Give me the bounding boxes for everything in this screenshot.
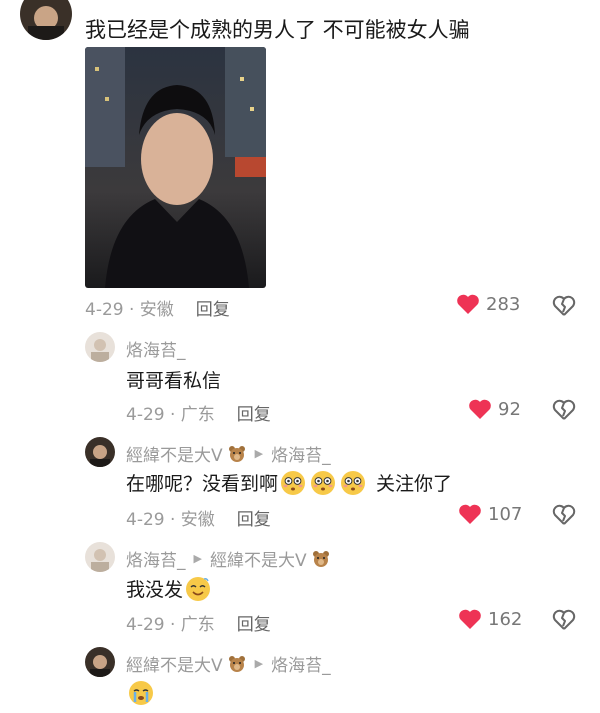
username[interactable]: 經緯不是大V (126, 651, 223, 676)
reply-to-arrow-icon: ▶ (254, 447, 264, 460)
reply-button[interactable]: 回复 (237, 405, 271, 425)
reply-text: 哥哥看私信 (126, 366, 221, 393)
reply-to-username[interactable]: 烙海苔_ (271, 651, 331, 676)
reply-text: 我没发 (126, 575, 213, 602)
flushed-face-icon (310, 470, 336, 496)
dislike-button[interactable] (552, 294, 576, 318)
reply-button[interactable]: 回复 (237, 510, 271, 530)
broken-heart-icon (552, 504, 576, 525)
reply-meta: 4-29 · 广东 回复 (126, 400, 271, 425)
broken-heart-icon (552, 399, 576, 420)
like-button[interactable]: 92 (468, 398, 521, 420)
username[interactable]: 經緯不是大V (126, 441, 223, 466)
heart-icon (459, 609, 481, 629)
reply-username-row: 經緯不是大V ▶ 烙海苔_ (126, 441, 331, 466)
reply-username-row: 烙海苔_ ▶ 經緯不是大V (126, 546, 331, 571)
reply-avatar[interactable] (85, 437, 115, 467)
dislike-button[interactable] (552, 398, 576, 422)
reply-to-username[interactable]: 經緯不是大V (210, 546, 307, 571)
username[interactable]: 烙海苔_ (126, 336, 186, 361)
reply-content-tail: 关注你了 (376, 473, 453, 495)
main-commenter-avatar[interactable] (20, 0, 72, 40)
reply-to-username[interactable]: 烙海苔_ (271, 441, 331, 466)
reply-meta: 4-29 · 安徽 回复 (126, 505, 271, 530)
reply-username-row: 烙海苔_ (126, 336, 186, 361)
like-count: 107 (488, 503, 523, 525)
date-location: 4-29 · 安徽 (126, 510, 215, 530)
main-comment-meta: 4-29 · 安徽 回复 (85, 295, 230, 320)
broken-heart-icon (552, 295, 576, 316)
crying-face-icon (128, 680, 154, 706)
smiling-face-icon (185, 576, 211, 602)
teddy-bear-icon (227, 444, 247, 464)
reply-to-arrow-icon: ▶ (193, 552, 202, 565)
reply-content: 哥哥看私信 (126, 370, 222, 392)
reply-meta: 4-29 · 广东 回复 (126, 610, 271, 635)
reply-content: 我没发 (126, 579, 184, 601)
date-location: 4-29 · 安徽 (85, 300, 174, 320)
reply-button[interactable]: 回复 (237, 615, 271, 635)
like-count: 283 (486, 293, 521, 315)
main-comment-text: 我已经是个成熟的男人了 不可能被女人骗 (85, 18, 470, 42)
flushed-face-icon (280, 470, 306, 496)
like-count: 162 (488, 608, 523, 630)
broken-heart-icon (552, 609, 576, 630)
reply-avatar[interactable] (85, 332, 115, 362)
heart-icon (457, 294, 479, 314)
dislike-button[interactable] (552, 608, 576, 632)
date-location: 4-29 · 广东 (126, 615, 215, 635)
heart-icon (459, 504, 481, 524)
teddy-bear-icon (311, 549, 331, 569)
comment-photo[interactable] (85, 47, 266, 288)
like-button[interactable]: 283 (456, 293, 520, 315)
teddy-bear-icon (227, 654, 247, 674)
reply-avatar[interactable] (85, 542, 115, 572)
like-button[interactable]: 162 (458, 608, 522, 630)
date-location: 4-29 · 广东 (126, 405, 215, 425)
flushed-face-icon (340, 470, 366, 496)
reply-content: 在哪呢？没看到啊 (126, 473, 279, 495)
dislike-button[interactable] (552, 503, 576, 527)
like-count: 92 (498, 398, 521, 420)
like-button[interactable]: 107 (458, 503, 522, 525)
username[interactable]: 烙海苔_ (126, 546, 186, 571)
reply-text: 在哪呢？没看到啊 关注你了 (126, 469, 452, 496)
reply-text (126, 680, 156, 706)
heart-icon (469, 399, 491, 419)
reply-to-arrow-icon: ▶ (254, 657, 264, 670)
reply-avatar[interactable] (85, 647, 115, 677)
reply-username-row: 經緯不是大V ▶ 烙海苔_ (126, 651, 331, 676)
reply-button[interactable]: 回复 (196, 300, 230, 320)
